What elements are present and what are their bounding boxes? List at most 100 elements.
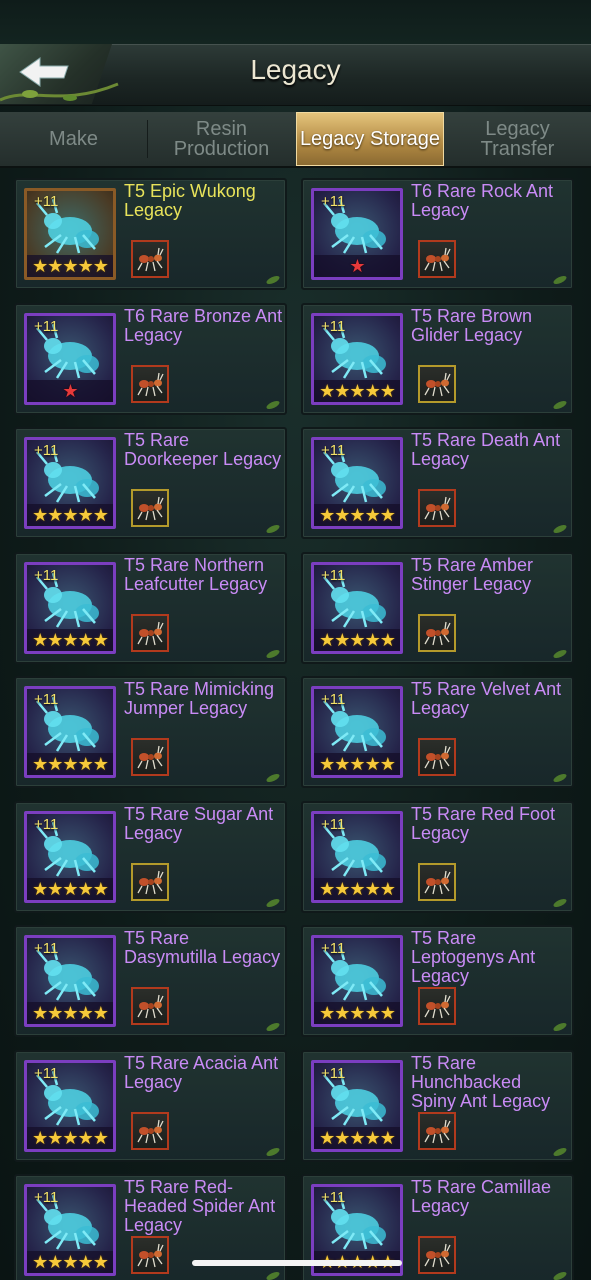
ant-portrait[interactable] [131,489,169,527]
ant-portrait[interactable] [418,240,456,278]
legacy-card[interactable]: +11 ★★★★★ T5 Rare Acacia Ant Legacy [14,1050,287,1162]
level-label: +11 [321,442,346,459]
ant-portrait[interactable] [131,614,169,652]
legacy-name: T5 Rare Acacia Ant Legacy [124,1053,279,1092]
level-label: +11 [321,691,346,708]
level-label: +11 [34,816,59,833]
ant-icon [137,870,164,895]
star-rating: ★★★★★ [314,380,400,402]
legacy-icon-frame: +11 ★★★★★ [24,686,116,778]
legacy-name: T5 Rare Brown Glider Legacy [411,306,533,345]
legacy-icon-frame: +11 ★★★★★ [311,811,403,903]
legacy-icon-frame: +11 ★★★★★ [311,562,403,654]
ant-portrait[interactable] [131,240,169,278]
ant-portrait[interactable] [131,1112,169,1150]
legacy-card[interactable]: +11 ★★★★★ T5 Rare Northern Leafcutter Lega… [14,552,287,664]
ant-icon [424,1243,451,1268]
page-title: Legacy [250,54,341,85]
tab-legacy-transfer[interactable]: Legacy Transfer [444,112,591,166]
ant-portrait[interactable] [418,987,456,1025]
ant-portrait[interactable] [418,738,456,776]
legacy-name: T5 Rare Red-Headed Spider Ant Legacy [124,1177,276,1235]
star-rating: ★★★★★ [314,629,400,651]
level-label: +11 [321,940,346,957]
level-label: +11 [34,567,59,584]
legacy-card[interactable]: +11 ★★★★★ T5 Rare Velvet Ant Legacy [301,676,574,788]
star-rating: ★★★★★ [27,1251,113,1273]
star-rating: ★★★★★ [314,878,400,900]
level-label: +11 [321,318,346,335]
legacy-card[interactable]: +11 ★★★★★ T5 Epic Wukong Legacy [14,178,287,290]
tab-resin-production[interactable]: Resin Production [148,112,295,166]
level-label: +11 [321,816,346,833]
legacy-icon-frame: +11 ★★★★★ [24,188,116,280]
ant-portrait[interactable] [418,863,456,901]
star-rating: ★★★★★ [27,1002,113,1024]
legacy-icon-frame: +11 ★★★★★ [311,313,403,405]
level-label: +11 [34,193,59,210]
leaf-decoration-icon [553,898,567,907]
ant-portrait[interactable] [418,1236,456,1274]
ant-icon [137,247,164,272]
legacy-card[interactable]: +11 ★★★★★ T5 Rare Doorkeeper Legacy [14,427,287,539]
legacy-card[interactable]: +11 ★★★★★ T5 Rare Mimicking Jumper Legacy [14,676,287,788]
legacy-name: T5 Rare Leptogenys Ant Legacy [411,928,536,986]
tab-make[interactable]: Make [0,112,147,166]
legacy-card[interactable]: +11 ★★★★★ T5 Rare Sugar Ant Legacy [14,801,287,913]
legacy-icon-frame: +11 ★★★★★ [24,811,116,903]
ant-portrait[interactable] [418,1112,456,1150]
home-indicator[interactable] [192,1260,402,1266]
star-rating: ★★★★★ [314,504,400,526]
legacy-card[interactable]: +11 ★★★★★ T5 Rare Amber Stinger Legacy [301,552,574,664]
level-label: +11 [34,691,59,708]
legacy-card[interactable]: +11 ★★★★★ T5 Rare Hunchbacked Spiny Ant Le… [301,1050,574,1162]
ant-icon [137,1119,164,1144]
leaf-decoration-icon [266,400,280,409]
legacy-card[interactable]: +11 ★★★★★ T5 Rare Brown Glider Legacy [301,303,574,415]
ant-portrait[interactable] [131,863,169,901]
legacy-card[interactable]: +11 ★★★★★ T5 Rare Red Foot Legacy [301,801,574,913]
star-rating: ★★★★★ [314,753,400,775]
level-label: +11 [34,940,59,957]
legacy-icon-frame: +11 ★★★★★ [311,1060,403,1152]
ant-portrait[interactable] [418,489,456,527]
ant-portrait[interactable] [418,365,456,403]
legacy-name: T5 Rare Sugar Ant Legacy [124,804,274,843]
legacy-card[interactable]: +11 ★★★★★ T5 Rare Dasymutilla Legacy [14,925,287,1037]
leaf-decoration-icon [553,524,567,533]
ant-icon [424,1119,451,1144]
ant-icon [424,372,451,397]
ant-portrait[interactable] [131,365,169,403]
star-rating: ★★★★★ [27,1127,113,1149]
ant-icon [424,247,451,272]
tab-label: Make [49,128,98,150]
ant-icon [137,1243,164,1268]
ant-portrait[interactable] [131,1236,169,1274]
legacy-name: T5 Epic Wukong Legacy [124,181,256,220]
leaf-decoration-icon [266,649,280,658]
legacy-name: T5 Rare Dasymutilla Legacy [124,928,281,967]
leaf-decoration-icon [266,1271,280,1280]
ant-icon [424,994,451,1019]
status-area [0,0,591,44]
legacy-card[interactable]: +11 ★ T6 Rare Rock Ant Legacy [301,178,574,290]
legacy-name: T5 Rare Velvet Ant Legacy [411,679,562,718]
tab-legacy-storage[interactable]: Legacy Storage [296,112,444,166]
star-rating: ★★★★★ [27,629,113,651]
ant-icon [424,496,451,521]
ant-icon [137,372,164,397]
legacy-card[interactable]: +11 ★★★★★ T5 Rare Death Ant Legacy [301,427,574,539]
legacy-name: T5 Rare Camillae Legacy [411,1177,552,1216]
legacy-name: T5 Rare Doorkeeper Legacy [124,430,282,469]
ant-portrait[interactable] [418,614,456,652]
legacy-card[interactable]: +11 ★ T6 Rare Bronze Ant Legacy [14,303,287,415]
star-rating: ★★★★★ [27,255,113,277]
tab-label: Legacy Transfer [480,118,555,160]
ant-portrait[interactable] [131,987,169,1025]
legacy-name: T6 Rare Bronze Ant Legacy [124,306,283,345]
legacy-card[interactable]: +11 ★★★★★ T5 Rare Leptogenys Ant Legacy [301,925,574,1037]
legacy-name: T5 Rare Death Ant Legacy [411,430,561,469]
legacy-icon-frame: +11 ★★★★★ [24,935,116,1027]
ant-portrait[interactable] [131,738,169,776]
tab-label: Legacy Storage [299,128,441,150]
